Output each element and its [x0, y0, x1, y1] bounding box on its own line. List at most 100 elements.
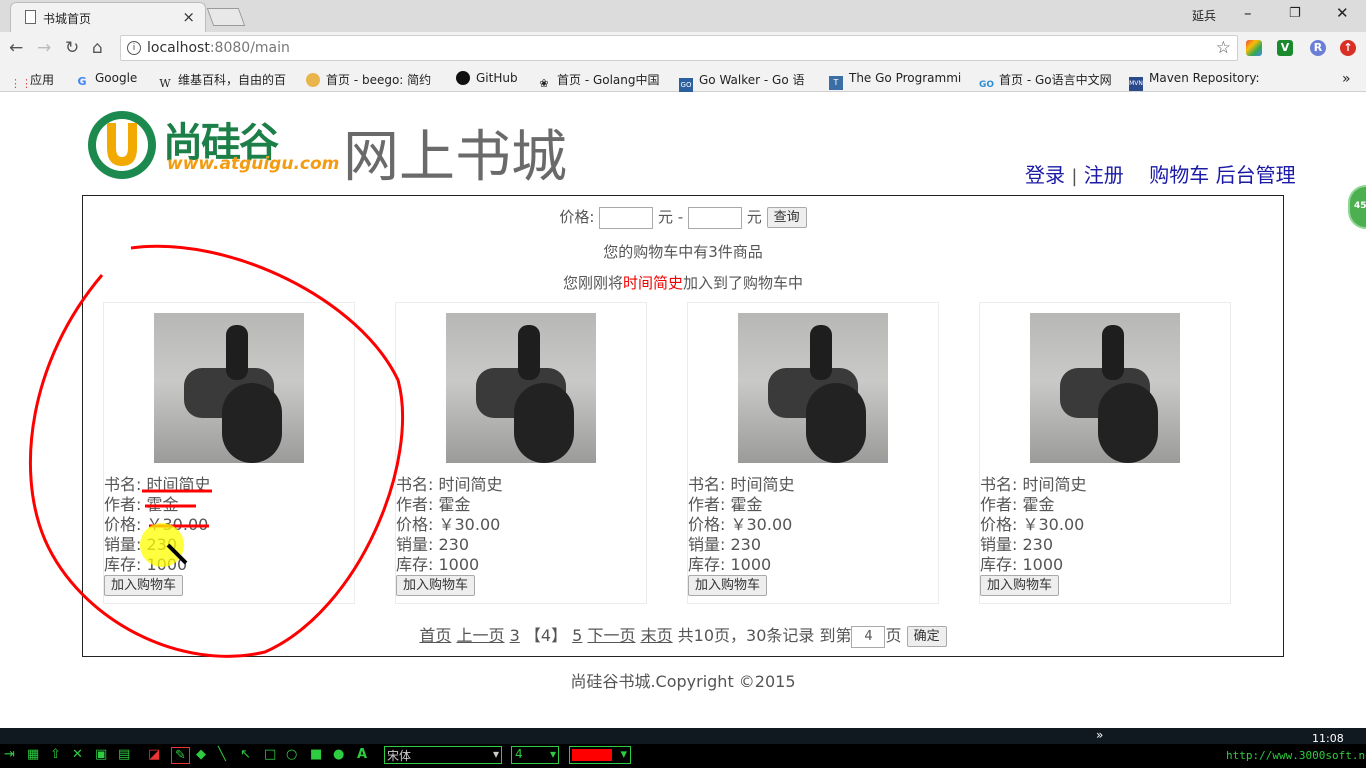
pagination: 首页 上一页 3 【4】 5 下一页 末页 共10页，30条记录 到第 4 页 确定: [83, 622, 1283, 648]
book-card: 书名: 时间简史 作者: 霍金 价格: ￥30.00 销量: 230 库存: 1…: [979, 302, 1231, 604]
reload-icon[interactable]: ↻: [65, 38, 79, 58]
admin-link[interactable]: 后台管理: [1216, 163, 1296, 187]
book-sales-row: 销量: 230: [396, 535, 470, 554]
tab-title: 书城首页: [43, 12, 92, 26]
close-window-button[interactable]: ✕: [1336, 4, 1349, 22]
close-icon[interactable]: ✕: [72, 747, 83, 762]
add-to-cart-button[interactable]: 加入购物车: [396, 575, 476, 596]
github-icon: [456, 71, 470, 85]
beego-icon: [306, 73, 320, 87]
add-to-cart-button[interactable]: 加入购物车: [980, 575, 1060, 596]
extension-up-icon[interactable]: ↑: [1340, 40, 1356, 56]
book-cover-image: [738, 313, 888, 463]
add-to-cart-button[interactable]: 加入购物车: [104, 575, 184, 596]
color-select[interactable]: ▾: [569, 746, 631, 764]
home-icon[interactable]: ⌂: [92, 38, 103, 58]
url-text: localhost:8080/main: [147, 40, 290, 56]
line-icon[interactable]: ╲: [218, 747, 226, 762]
extension-r-icon[interactable]: R: [1310, 40, 1326, 56]
browser-tab[interactable]: 书城首页 ×: [10, 2, 206, 32]
arrow-icon[interactable]: ↖: [240, 747, 251, 762]
bookmark-go-programming[interactable]: T The Go Programmi: [829, 71, 961, 90]
dock-icon[interactable]: ⇥: [4, 747, 15, 762]
last-page-link[interactable]: 末页: [641, 626, 673, 645]
price-unit-1: 元 -: [658, 208, 684, 226]
tab-close-button[interactable]: ×: [182, 8, 195, 26]
google-icon: G: [77, 75, 87, 88]
confirm-button[interactable]: 确定: [906, 626, 947, 647]
site-name: 网上书城: [343, 125, 567, 190]
bookmark-star-icon[interactable]: ☆: [1216, 38, 1231, 58]
color-swatch: [572, 749, 612, 761]
rectangle-icon[interactable]: □: [264, 747, 276, 762]
go-programming-icon: T: [829, 76, 843, 90]
book-title-row: 书名: 时间简史: [688, 475, 795, 494]
book-cover-image: [1030, 313, 1180, 463]
bookmark-google[interactable]: G Google: [75, 71, 137, 89]
word-icon[interactable]: ▦: [27, 747, 39, 762]
bookmark-apps[interactable]: ⋮⋮应用: [10, 71, 54, 91]
taskbar-overflow-icon[interactable]: »: [1096, 728, 1103, 742]
address-bar[interactable]: i localhost:8080/main ☆: [120, 35, 1238, 61]
cart-link[interactable]: 购物车: [1149, 163, 1209, 187]
price-unit-2: 元: [746, 208, 762, 226]
login-link[interactable]: 登录: [1025, 163, 1065, 187]
register-link[interactable]: 注册: [1084, 163, 1124, 187]
add-to-cart-button[interactable]: 加入购物车: [688, 575, 768, 596]
max-price-input[interactable]: [688, 206, 742, 229]
page-5-link[interactable]: 5: [572, 626, 582, 645]
text-tool-icon[interactable]: A: [357, 747, 367, 762]
bookmark-maven[interactable]: MVN Maven Repository:: [1129, 71, 1260, 91]
bookmark-golang-china[interactable]: ❀ 首页 - Golang中国: [537, 71, 659, 91]
book-price-row: 价格: ￥30.00: [688, 515, 793, 534]
pen-icon[interactable]: ✎: [171, 747, 190, 764]
back-icon[interactable]: ←: [9, 38, 23, 58]
bookmark-go-walker[interactable]: GO Go Walker - Go 语: [679, 71, 805, 92]
info-icon[interactable]: i: [127, 41, 141, 55]
minimize-button[interactable]: –: [1244, 4, 1252, 22]
profile-name[interactable]: 延兵: [1192, 7, 1216, 24]
forward-icon[interactable]: →: [37, 38, 51, 58]
book-stock-row: 库存: 1000: [396, 555, 480, 574]
new-tab-button[interactable]: [206, 8, 246, 26]
min-price-input[interactable]: [599, 206, 654, 229]
filled-rectangle-icon[interactable]: ■: [310, 747, 322, 762]
bookmark-wikipedia[interactable]: W 维基百科，自由的百: [158, 71, 286, 91]
book-price-row: 价格: ￥30.00: [980, 515, 1085, 534]
added-prefix: 您刚刚将: [562, 274, 623, 292]
page-3-link[interactable]: 3: [510, 626, 520, 645]
more-bookmarks-icon[interactable]: »: [1342, 71, 1351, 87]
size-select[interactable]: 4 ▾: [511, 746, 559, 764]
eraser-icon[interactable]: ◪: [148, 747, 160, 762]
first-page-link[interactable]: 首页: [419, 626, 451, 645]
book-info: 书名: 时间简史 作者: 霍金 价格: ￥30.00 销量: 230 库存: 1…: [396, 475, 503, 575]
cart-count-text: 您的购物车中有3件商品: [603, 243, 763, 261]
up-arrow-icon[interactable]: ⇧: [50, 747, 61, 762]
filled-circle-icon[interactable]: ●: [333, 747, 344, 762]
book-title-row: 书名: 时间简史: [104, 475, 211, 494]
book-info: 书名: 时间简史 作者: 霍金 价格: ￥30.00 销量: 230 库存: 1…: [980, 475, 1087, 575]
extension-color-icon[interactable]: [1246, 40, 1262, 56]
book-sales-row: 销量: 230: [980, 535, 1054, 554]
open-folder-icon[interactable]: ▤: [118, 747, 130, 762]
fill-icon[interactable]: ◆: [196, 747, 206, 762]
query-button[interactable]: 查询: [766, 207, 807, 228]
book-card: 书名: 时间简史 作者: 霍金 价格: ￥30.00 销量: 230 库存: 1…: [103, 302, 355, 604]
book-sales-row: 销量: 230: [688, 535, 762, 554]
bookmark-github[interactable]: GitHub: [456, 71, 518, 85]
book-author-row: 作者: 霍金: [980, 495, 1055, 514]
chevron-down-icon: ▾: [620, 747, 627, 762]
extension-v-icon[interactable]: V: [1277, 40, 1293, 56]
added-book-name: 时间简史: [622, 274, 683, 292]
save-icon[interactable]: ▣: [95, 747, 107, 762]
goto-page-input[interactable]: 4: [851, 625, 886, 648]
book-title-row: 书名: 时间简史: [980, 475, 1087, 494]
bookmark-beego[interactable]: 首页 - beego: 简约: [306, 71, 431, 88]
book-info: 书名: 时间简史 作者: 霍金 价格: ￥30.00 销量: 230 库存: 1…: [104, 475, 211, 575]
next-page-link[interactable]: 下一页: [587, 626, 635, 645]
prev-page-link[interactable]: 上一页: [457, 626, 505, 645]
circle-icon[interactable]: ○: [286, 747, 297, 762]
font-select[interactable]: 宋体 ▾: [384, 746, 502, 764]
maximize-button[interactable]: ❐: [1289, 6, 1301, 21]
bookmark-go-cn[interactable]: GO 首页 - Go语言中文网: [979, 71, 1112, 92]
